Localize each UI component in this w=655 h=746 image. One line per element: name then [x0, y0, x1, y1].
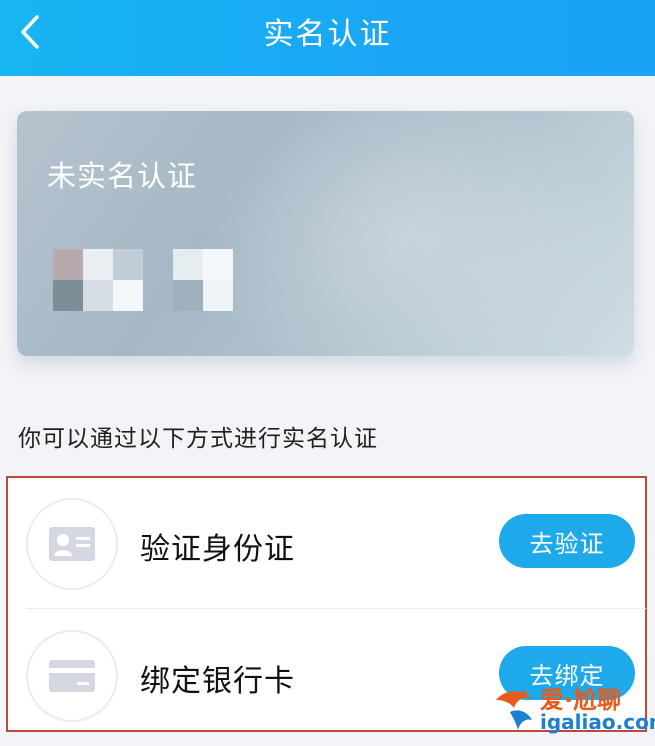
verify-id-button[interactable]: 去验证 — [499, 514, 635, 568]
back-button[interactable] — [10, 12, 50, 52]
divider — [26, 608, 646, 609]
card-sheen — [197, 111, 617, 356]
watermark-domain: igaliao.com — [540, 710, 655, 734]
identity-card: 未实名认证 — [17, 111, 634, 356]
verification-status: 未实名认证 — [47, 159, 198, 193]
icon-circle — [26, 498, 118, 590]
icon-circle — [26, 630, 118, 722]
bird-logo-icon — [496, 691, 532, 730]
site-watermark: 爱·尬聊 igaliao.com — [492, 676, 655, 742]
header-bar: 实名认证 — [0, 0, 655, 76]
id-card-icon — [49, 527, 95, 561]
page-title: 实名认证 — [263, 17, 392, 52]
chevron-left-icon — [21, 15, 39, 49]
blurred-name — [53, 249, 233, 311]
option-label: 验证身份证 — [140, 532, 295, 567]
hint-text: 你可以通过以下方式进行实名认证 — [18, 426, 378, 452]
option-label: 绑定银行卡 — [140, 664, 295, 699]
bank-card-icon — [49, 660, 95, 692]
option-verify-id[interactable]: 验证身份证 去验证 — [8, 480, 645, 606]
